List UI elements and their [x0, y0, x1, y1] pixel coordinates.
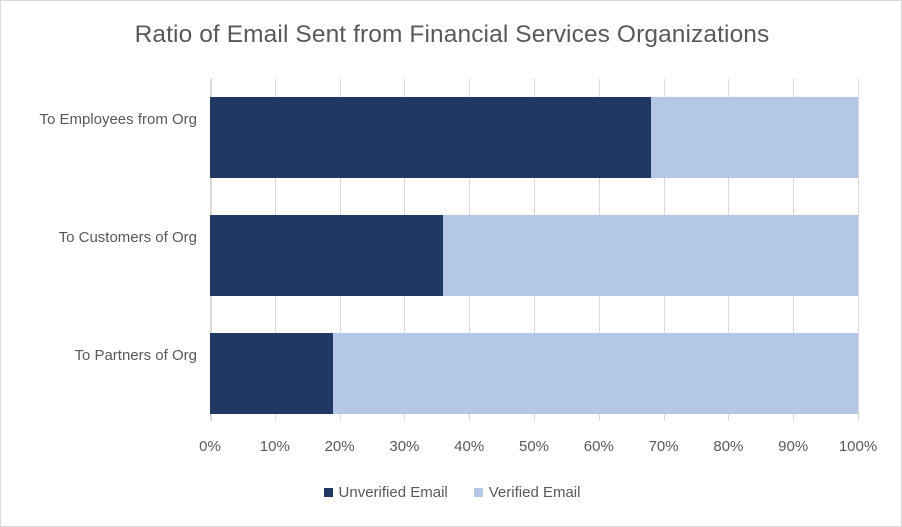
- x-tick-50: 50%: [518, 438, 550, 455]
- legend-swatch-unverified-icon: [323, 488, 333, 497]
- gridline-100: [858, 79, 859, 421]
- x-tick-30: 30%: [389, 438, 420, 455]
- chart-title: Ratio of Email Sent from Financial Servi…: [134, 21, 770, 48]
- x-tick-90: 90%: [778, 438, 809, 455]
- x-tick-70: 70%: [648, 438, 679, 455]
- y-axis-category-labels: To Employees from Org To Customers of Or…: [1, 79, 197, 421]
- bar-segment-2-1[interactable]: [333, 333, 858, 414]
- bar-segment-0-0[interactable]: [210, 97, 651, 178]
- bar-segment-1-1[interactable]: [443, 215, 858, 296]
- chart-card: Ratio of Email Sent from Financial Servi…: [0, 0, 902, 527]
- bar-row-0: [210, 97, 858, 178]
- x-tick-10: 10%: [259, 438, 290, 455]
- y-axis-label-0: To Employees from Org: [39, 111, 197, 128]
- plot-area: [210, 79, 859, 421]
- bar-segment-1-0[interactable]: [210, 215, 444, 296]
- x-axis-tick-labels: 0% 10% 20% 30% 40% 50% 60% 70% 80% 90% 100%: [199, 438, 877, 462]
- x-tick-20: 20%: [324, 438, 355, 455]
- chart-legend: Unverified Email Verified Email: [1, 484, 901, 501]
- bar-row-1: [210, 215, 858, 296]
- legend-item-unverified[interactable]: Unverified Email: [323, 484, 448, 501]
- bar-segment-2-0[interactable]: [210, 333, 334, 414]
- x-tick-100: 100%: [838, 438, 878, 455]
- legend-swatch-verified-icon: [473, 488, 483, 497]
- legend-label-unverified: Unverified Email: [338, 484, 448, 501]
- legend-label-verified: Verified Email: [488, 484, 581, 501]
- y-axis-label-2: To Partners of Org: [74, 347, 197, 364]
- x-tick-0: 0%: [199, 438, 221, 455]
- x-tick-40: 40%: [454, 438, 485, 455]
- x-tick-60: 60%: [583, 438, 614, 455]
- bar-segment-0-1[interactable]: [650, 97, 858, 178]
- bar-row-2: [210, 333, 858, 414]
- y-axis-label-1: To Customers of Org: [58, 229, 197, 246]
- legend-item-verified[interactable]: Verified Email: [473, 484, 581, 501]
- x-tick-80: 80%: [713, 438, 744, 455]
